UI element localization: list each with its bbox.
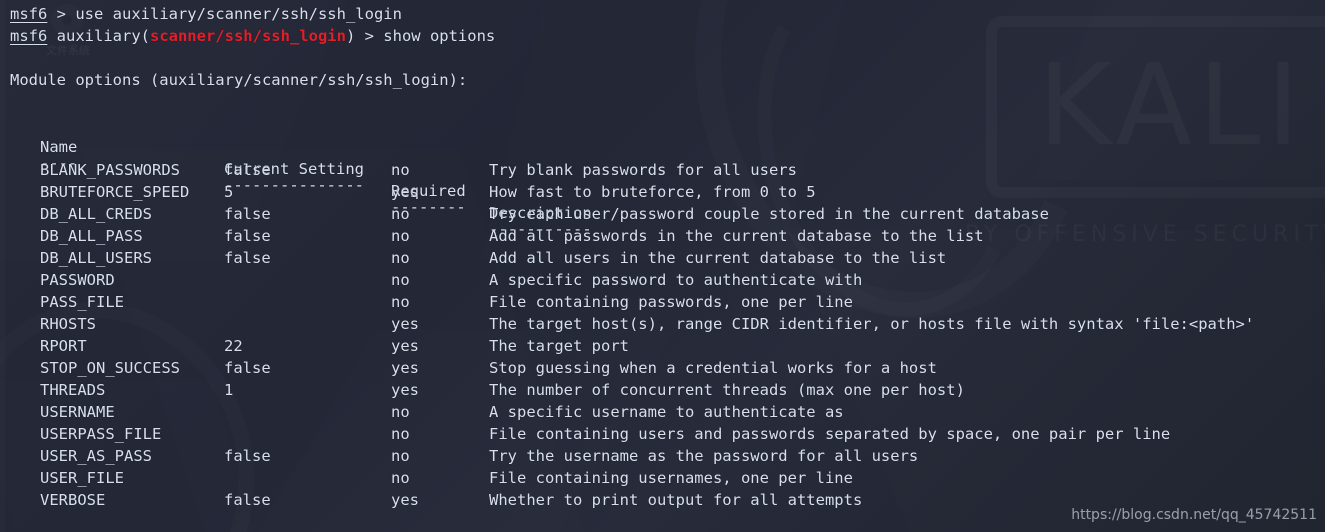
option-description: File containing usernames, one per line (489, 469, 853, 487)
option-name: DB_ALL_USERS (40, 249, 152, 267)
option-description: A specific username to authenticate as (489, 403, 844, 421)
module-options-heading: Module options (auxiliary/scanner/ssh/ss… (10, 71, 468, 89)
option-name: DB_ALL_PASS (40, 227, 143, 245)
option-current-setting: false (224, 447, 271, 465)
option-description: File containing passwords, one per line (489, 293, 853, 311)
option-description: Stop guessing when a credential works fo… (489, 359, 937, 377)
prompt-context-prefix-2: auxiliary( (47, 27, 150, 45)
option-name: USERNAME (40, 403, 115, 421)
option-required: no (391, 293, 410, 311)
option-description: The target port (489, 337, 629, 355)
option-name: VERBOSE (40, 491, 106, 509)
option-required: yes (391, 183, 419, 201)
prompt-command-2: show options (383, 27, 496, 45)
option-required: no (391, 161, 410, 179)
prompt-separator-1: > (47, 5, 76, 23)
option-required: no (391, 271, 410, 289)
prompt-line-2: msf6 auxiliary(scanner/ssh/ssh_login) > … (10, 25, 495, 47)
prompt-active-module: scanner/ssh/ssh_login (149, 27, 346, 45)
option-description: Add all passwords in the current databas… (489, 227, 984, 245)
option-current-setting: 22 (224, 337, 243, 355)
option-description: Try the username as the password for all… (489, 447, 919, 465)
option-description: Try each user/password couple stored in … (489, 205, 1049, 223)
option-description: File containing users and passwords sepa… (489, 425, 1171, 443)
option-required: yes (391, 359, 419, 377)
option-name: DB_ALL_CREDS (40, 205, 152, 223)
option-current-setting: false (224, 227, 271, 245)
option-current-setting: false (224, 205, 271, 223)
option-required: no (391, 425, 410, 443)
table-header-rule-row: ---- --------------- -------- ----------… (0, 130, 592, 238)
option-description: The target host(s), range CIDR identifie… (489, 315, 1255, 333)
option-name: PASSWORD (40, 271, 115, 289)
option-current-setting: false (224, 491, 271, 509)
option-current-setting: 1 (224, 381, 234, 399)
option-required: no (391, 249, 410, 267)
terminal-window[interactable]: KALI BY OFFENSIVE SECURITY 文件系统 msf6 > u… (0, 0, 1325, 532)
terminal-output: msf6 > use auxiliary/scanner/ssh/ssh_log… (0, 0, 1325, 532)
option-description: Whether to print output for all attempts (489, 491, 863, 509)
option-current-setting: 5 (224, 183, 234, 201)
option-name: STOP_ON_SUCCESS (40, 359, 180, 377)
option-name: USER_FILE (40, 469, 124, 487)
option-description: How fast to bruteforce, from 0 to 5 (489, 183, 816, 201)
option-description: A specific password to authenticate with (489, 271, 863, 289)
prompt-command-1: use auxiliary/scanner/ssh/ssh_login (75, 5, 402, 23)
option-name: RPORT (40, 337, 87, 355)
option-name: USER_AS_PASS (40, 447, 152, 465)
option-name: PASS_FILE (40, 293, 124, 311)
blog-watermark: https://blog.csdn.net/qq_45742511 (1071, 507, 1317, 523)
option-required: no (391, 227, 410, 245)
option-required: yes (391, 315, 419, 333)
option-name: USERPASS_FILE (40, 425, 162, 443)
option-description: Add all users in the current database to… (489, 249, 947, 267)
option-required: yes (391, 337, 419, 355)
option-name: BRUTEFORCE_SPEED (40, 183, 190, 201)
option-required: yes (391, 491, 419, 509)
option-current-setting: false (224, 249, 271, 267)
option-required: yes (391, 381, 419, 399)
option-name: RHOSTS (40, 315, 96, 333)
prompt-separator-2: ) > (345, 27, 384, 45)
option-description: The number of concurrent threads (max on… (489, 381, 965, 399)
option-description: Try blank passwords for all users (489, 161, 797, 179)
option-required: no (391, 205, 410, 223)
option-name: BLANK_PASSWORDS (40, 161, 180, 179)
option-required: no (391, 403, 410, 421)
prompt-line-1: msf6 > use auxiliary/scanner/ssh/ssh_log… (10, 3, 402, 25)
prompt-name-1: msf6 (10, 5, 48, 23)
option-name: THREADS (40, 381, 106, 399)
option-required: no (391, 469, 410, 487)
option-required: no (391, 447, 410, 465)
option-current-setting: false (224, 161, 271, 179)
option-current-setting: false (224, 359, 271, 377)
prompt-name-2: msf6 (10, 27, 48, 45)
